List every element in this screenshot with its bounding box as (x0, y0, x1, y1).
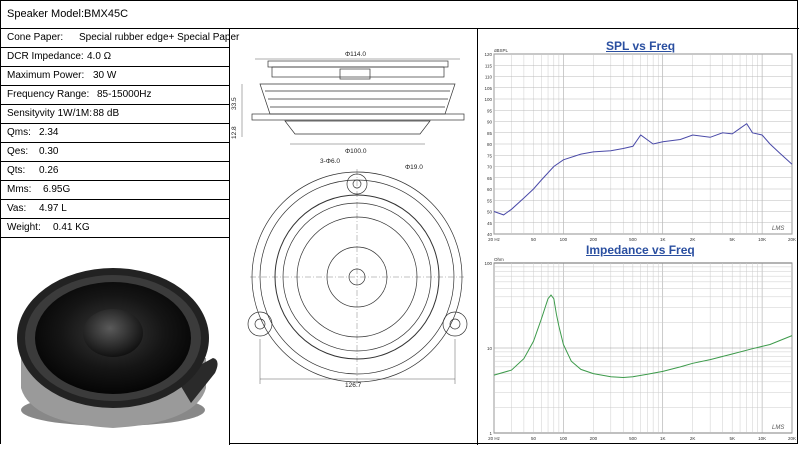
spec-label: Frequency Range: (7, 89, 90, 100)
side-frame-top (267, 60, 449, 68)
spec-sheet: Speaker Model:BMX45C Cone Paper: Special … (0, 0, 799, 445)
spec-value: 2.34 (39, 127, 59, 138)
y-tick-label: 50 (487, 210, 493, 215)
spec-value: 30 W (93, 70, 117, 81)
spec-label: Qts: (7, 165, 26, 176)
watermark: LMS (772, 226, 784, 232)
y-tick-label: 70 (487, 165, 493, 170)
y-tick-label: 60 (487, 187, 493, 192)
spec-value: 88 dB (93, 108, 120, 119)
spec-label: Mms: (7, 184, 32, 195)
dim-holes-label: 3-Φ6.0 (320, 158, 340, 165)
spec-row: DCR Impedance: 4.0 Ω (1, 48, 230, 67)
x-tick-label: 500 (629, 436, 637, 441)
dim-top-label: Φ114.0 (345, 51, 366, 58)
mount-tab-left (247, 311, 273, 337)
spec-value: 0.41 KG (53, 222, 90, 233)
spec-row: Sensityvity 1W/1M: 88 dB (1, 105, 230, 124)
dim-pcd-label: Φ19.0 (405, 164, 423, 171)
y-tick-label: 85 (487, 131, 493, 136)
y-tick-label: 65 (487, 176, 493, 181)
x-tick-label: 5K (729, 436, 735, 441)
y-tick-label: 55 (487, 198, 493, 203)
x-tick-label: 1K (660, 237, 666, 242)
spec-row: Weight: 0.41 KG (1, 219, 230, 238)
y-tick-label: 115 (485, 63, 493, 68)
speaker-photo (1, 238, 229, 445)
y-tick-label: 110 (485, 75, 493, 80)
y-tick-label: 105 (484, 86, 492, 91)
y-tick-label: 80 (487, 142, 493, 147)
spec-row: Frequency Range: 85-15000Hz (1, 86, 230, 105)
x-tick-label: 10K (758, 436, 766, 441)
spec-value: 4.97 L (39, 203, 67, 214)
spec-label: Qms: (7, 127, 31, 138)
spec-row: Maximum Power: 30 W (1, 67, 230, 86)
spec-value: 85-15000Hz (97, 89, 152, 100)
x-tick-label: 2K (690, 237, 696, 242)
impedance-chart: 10010120 Hz 50 100 200 500 1K 2K 5K 10K 20KOhmLMS (484, 257, 796, 441)
spec-label: Vas: (7, 203, 27, 214)
spec-value: 0.30 (39, 146, 59, 157)
spec-value: Special rubber edge+ Special Paper (79, 32, 240, 43)
x-tick-label: 200 (590, 436, 598, 441)
spec-label: Maximum Power: (7, 70, 85, 81)
dim-height-label: 33.5 (231, 97, 238, 110)
y-tick-label: 100 (484, 97, 492, 102)
watermark: LMS (772, 425, 784, 431)
y-tick-label: 75 (487, 153, 493, 158)
spec-row: Qms: 2.34 (1, 124, 230, 143)
specs-column: Cone Paper: Special rubber edge+ Special … (1, 29, 239, 445)
x-tick-label: 1K (660, 436, 666, 441)
speaker-model-title: Speaker Model:BMX45C (7, 8, 129, 20)
y-tick-label: 95 (487, 108, 493, 113)
spec-row: Mms: 6.95G (1, 181, 230, 200)
spec-row: Vas: 4.97 L (1, 200, 230, 219)
spec-label: Cone Paper: (7, 32, 64, 43)
spec-label: Sensityvity 1W/1M: (7, 108, 93, 119)
charts-column: SPL vs Freq 120 115 110 105 100 95 90 85 80 75 70 6… (478, 29, 799, 445)
spec-row: Qts: 0.26 (1, 162, 230, 181)
x-tick-label: 20K (788, 237, 796, 242)
x-tick-label: 20 Hz (488, 436, 501, 441)
y-tick-label: 100 (484, 261, 492, 266)
dim-flange-label: 12.8 (231, 126, 238, 139)
spec-row: Cone Paper: Special rubber edge+ Special … (1, 29, 239, 48)
x-tick-label: 20 Hz (488, 237, 501, 242)
x-tick-label: 200 (590, 237, 598, 242)
x-tick-label: 100 (560, 237, 568, 242)
x-tick-label: 20K (788, 436, 796, 441)
technical-drawing: Φ114.0 33.5 12.8 Φ100.0 3-Φ6.0 Φ19.0 126… (230, 29, 478, 445)
y-axis-label: Ohm (494, 257, 504, 262)
spec-value: 4.0 Ω (87, 51, 112, 62)
x-tick-label: 500 (629, 237, 637, 242)
spec-label: Weight: (7, 222, 41, 233)
y-axis-label: dBSPL (494, 49, 509, 53)
terminal (339, 68, 371, 80)
spec-row: Qes: 0.30 (1, 143, 230, 162)
dim-magnet-label: Φ100.0 (345, 148, 367, 155)
spl-chart: 1201151101051009590858075706560555045402… (484, 49, 796, 242)
y-tick-label: 45 (487, 221, 493, 226)
x-tick-label: 50 (531, 237, 537, 242)
x-tick-label: 5K (729, 237, 735, 242)
x-tick-label: 50 (531, 436, 537, 441)
spec-label: Qes: (7, 146, 29, 157)
y-tick-label: 120 (484, 52, 492, 57)
spec-value: 6.95G (43, 184, 71, 195)
dim-bottom-label: 126.7 (345, 382, 362, 389)
y-tick-label: 90 (487, 120, 493, 125)
x-tick-label: 10K (758, 237, 766, 242)
title-row: Speaker Model:BMX45C (1, 1, 799, 29)
spec-value: 0.26 (39, 165, 59, 176)
x-tick-label: 2K (690, 436, 696, 441)
y-tick-label: 10 (487, 346, 493, 351)
spec-label: DCR Impedance: (7, 51, 84, 62)
x-tick-label: 100 (560, 436, 568, 441)
